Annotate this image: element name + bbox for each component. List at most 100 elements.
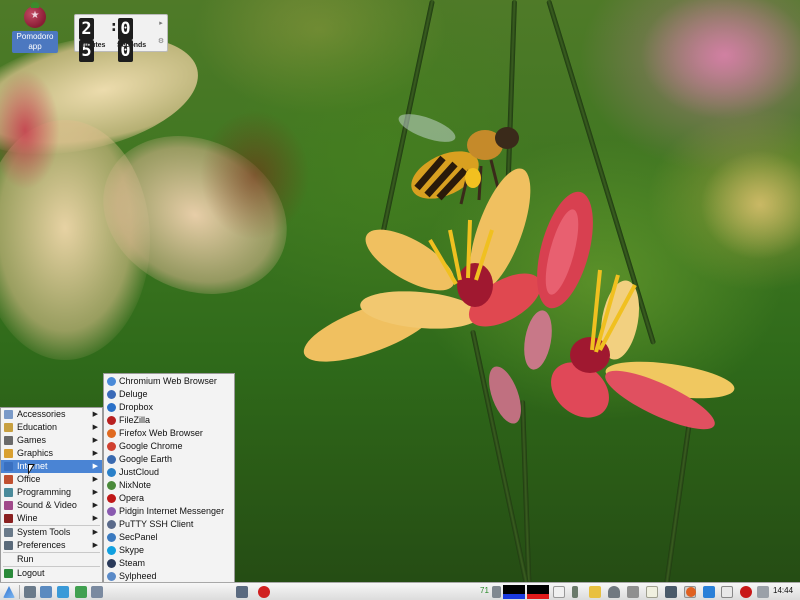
mouse-cursor: [28, 464, 35, 475]
skype-icon: [107, 546, 116, 555]
menu-item-label: Graphics: [17, 448, 54, 458]
time-separator: :: [111, 19, 117, 35]
editor-icon[interactable]: [665, 586, 677, 598]
file-manager-icon[interactable]: [40, 586, 52, 598]
accessories-icon: [4, 410, 13, 419]
submenu-item-dropbox[interactable]: Dropbox: [104, 401, 234, 414]
menu-item-education[interactable]: Education ▶: [1, 421, 102, 434]
submenu-arrow-icon: ▶: [92, 437, 98, 444]
menu-item-internet[interactable]: Internet ▶: [1, 460, 102, 473]
cpu-graph: [503, 585, 525, 599]
browser-icon[interactable]: [75, 586, 87, 598]
submenu-item-skype[interactable]: Skype: [104, 544, 234, 557]
power-icon[interactable]: [740, 586, 752, 598]
submenu-item-label: NixNote: [119, 480, 152, 490]
menu-item-sound-video[interactable]: Sound & Video ▶: [1, 499, 102, 512]
submenu-item-google-chrome[interactable]: Google Chrome: [104, 440, 234, 453]
menu-item-games[interactable]: Games ▶: [1, 434, 102, 447]
pidgin-icon: [107, 507, 116, 516]
terminal-icon[interactable]: [57, 586, 69, 598]
desktop-icon-pomodoro[interactable]: ★ Pomodoro app: [12, 2, 58, 53]
submenu-item-label: Chromium Web Browser: [119, 376, 217, 386]
taskbar-separator: [19, 585, 20, 599]
seconds-display: 00: [118, 18, 149, 62]
submenu-item-google-earth[interactable]: Google Earth: [104, 453, 234, 466]
submenu-item-chromium-web-browser[interactable]: Chromium Web Browser: [104, 375, 234, 388]
submenu-item-label: Firefox Web Browser: [119, 428, 203, 438]
submenu-item-label: Sylpheed: [119, 571, 157, 581]
folder-icon[interactable]: [589, 586, 601, 598]
graphics-icon: [4, 449, 13, 458]
submenu-item-secpanel[interactable]: SecPanel: [104, 531, 234, 544]
submenu-item-justcloud[interactable]: JustCloud: [104, 466, 234, 479]
submenu-item-firefox-web-browser[interactable]: Firefox Web Browser: [104, 427, 234, 440]
minutes-label: Minutes: [79, 42, 106, 49]
chromium-icon: [107, 377, 116, 386]
submenu-item-label: Skype: [119, 545, 145, 555]
cloud-icon[interactable]: [703, 586, 715, 598]
steam-icon: [107, 559, 116, 568]
submenu-arrow-icon: ▶: [92, 515, 98, 522]
google-earth-icon: [107, 455, 116, 464]
filezilla-icon: [107, 416, 116, 425]
submenu-item-nixnote[interactable]: NixNote: [104, 479, 234, 492]
window-button-icon[interactable]: [236, 586, 248, 598]
submenu-item-label: JustCloud: [119, 467, 160, 477]
battery-icon[interactable]: [572, 586, 578, 598]
submenu-item-label: Deluge: [119, 389, 148, 399]
clipboard-icon[interactable]: [553, 586, 565, 598]
volume-icon[interactable]: [757, 586, 769, 598]
network-arrows-icon: [492, 586, 501, 598]
submenu-item-label: FileZilla: [119, 415, 151, 425]
submenu-arrow-icon: ▶: [92, 489, 98, 496]
wine-icon: [4, 514, 13, 523]
seconds-label: Seconds: [117, 42, 147, 49]
start-menu-icon[interactable]: [3, 586, 15, 598]
menu-item-label: Sound & Video: [17, 500, 77, 510]
menu-item-logout[interactable]: Logout: [1, 567, 102, 580]
settings-icon[interactable]: ⚙: [157, 37, 165, 45]
flowers-illustration: [303, 168, 735, 430]
menu-item-office[interactable]: Office ▶: [1, 473, 102, 486]
wifi-icon[interactable]: [608, 586, 620, 598]
submenu-arrow-icon: ▶: [92, 476, 98, 483]
preferences-icon: [4, 541, 13, 550]
opera-taskbar-icon[interactable]: [258, 586, 270, 598]
menu-item-programming[interactable]: Programming ▶: [1, 486, 102, 499]
submenu-item-label: SecPanel: [119, 532, 158, 542]
sticky-note-icon[interactable]: [646, 586, 658, 598]
submenu-item-deluge[interactable]: Deluge: [104, 388, 234, 401]
menu-item-label: Wine: [17, 513, 38, 523]
menu-item-run[interactable]: Run: [1, 553, 102, 566]
submenu-item-label: Google Chrome: [119, 441, 183, 451]
menu-item-system-tools[interactable]: System Tools ▶: [1, 526, 102, 539]
play-icon[interactable]: ▸: [157, 19, 165, 27]
menu-item-accessories[interactable]: Accessories ▶: [1, 408, 102, 421]
update-icon[interactable]: [686, 587, 696, 597]
menu-item-graphics[interactable]: Graphics ▶: [1, 447, 102, 460]
chrome-icon: [107, 442, 116, 451]
putty-icon: [107, 520, 116, 529]
submenu-item-filezilla[interactable]: FileZilla: [104, 414, 234, 427]
submenu-item-opera[interactable]: Opera: [104, 492, 234, 505]
lock-icon[interactable]: [721, 586, 733, 598]
education-icon: [4, 423, 13, 432]
secpanel-icon: [107, 533, 116, 542]
menu-item-preferences[interactable]: Preferences ▶: [1, 539, 102, 552]
application-menu: Accessories ▶ Education ▶ Games ▶ Graphics ▶ Int…: [0, 407, 103, 582]
submenu-item-putty-ssh-client[interactable]: PuTTY SSH Client: [104, 518, 234, 531]
sound-video-icon: [4, 501, 13, 510]
menu-item-wine[interactable]: Wine ▶: [1, 512, 102, 525]
submenu-item-label: Opera: [119, 493, 145, 503]
chevron-icon[interactable]: [627, 586, 639, 598]
submenu-arrow-icon: ▶: [92, 450, 98, 457]
pomodoro-timer-widget: 25 : 00 Minutes Seconds ▸ ⚙: [74, 14, 168, 62]
submenu-item-pidgin-internet-messenger[interactable]: Pidgin Internet Messenger: [104, 505, 234, 518]
minutes-tens-digit: 2: [79, 18, 94, 40]
submenu-arrow-icon: ▶: [92, 424, 98, 431]
submenu-item-steam[interactable]: Steam: [104, 557, 234, 570]
minutes-display: 25: [79, 18, 110, 62]
sylpheed-icon: [107, 572, 116, 581]
show-desktop-icon[interactable]: [24, 586, 36, 598]
system-monitor-icon[interactable]: [91, 586, 103, 598]
